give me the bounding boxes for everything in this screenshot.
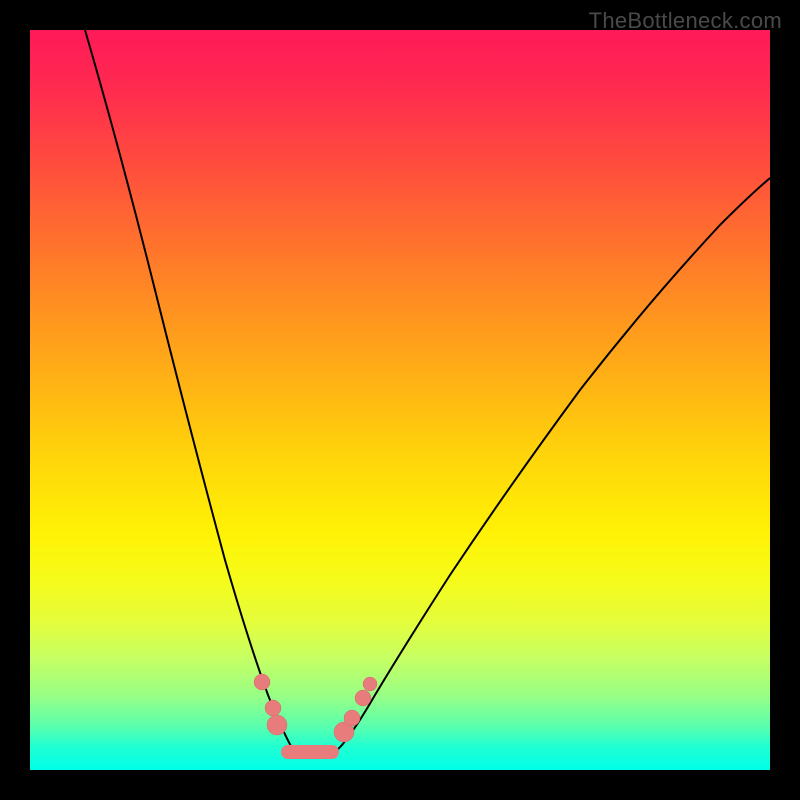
marker-left-3 bbox=[267, 715, 287, 735]
marker-left-2 bbox=[265, 700, 281, 716]
plot-area bbox=[30, 30, 770, 770]
watermark-text: TheBottleneck.com bbox=[589, 8, 782, 34]
left-curve bbox=[85, 30, 305, 758]
marker-right-4 bbox=[363, 677, 377, 691]
marker-right-2 bbox=[344, 710, 360, 726]
chart-svg bbox=[30, 30, 770, 770]
marker-right-3 bbox=[355, 690, 371, 706]
marker-left-1 bbox=[254, 674, 270, 690]
right-curve bbox=[325, 178, 770, 758]
chart-frame: TheBottleneck.com bbox=[0, 0, 800, 800]
